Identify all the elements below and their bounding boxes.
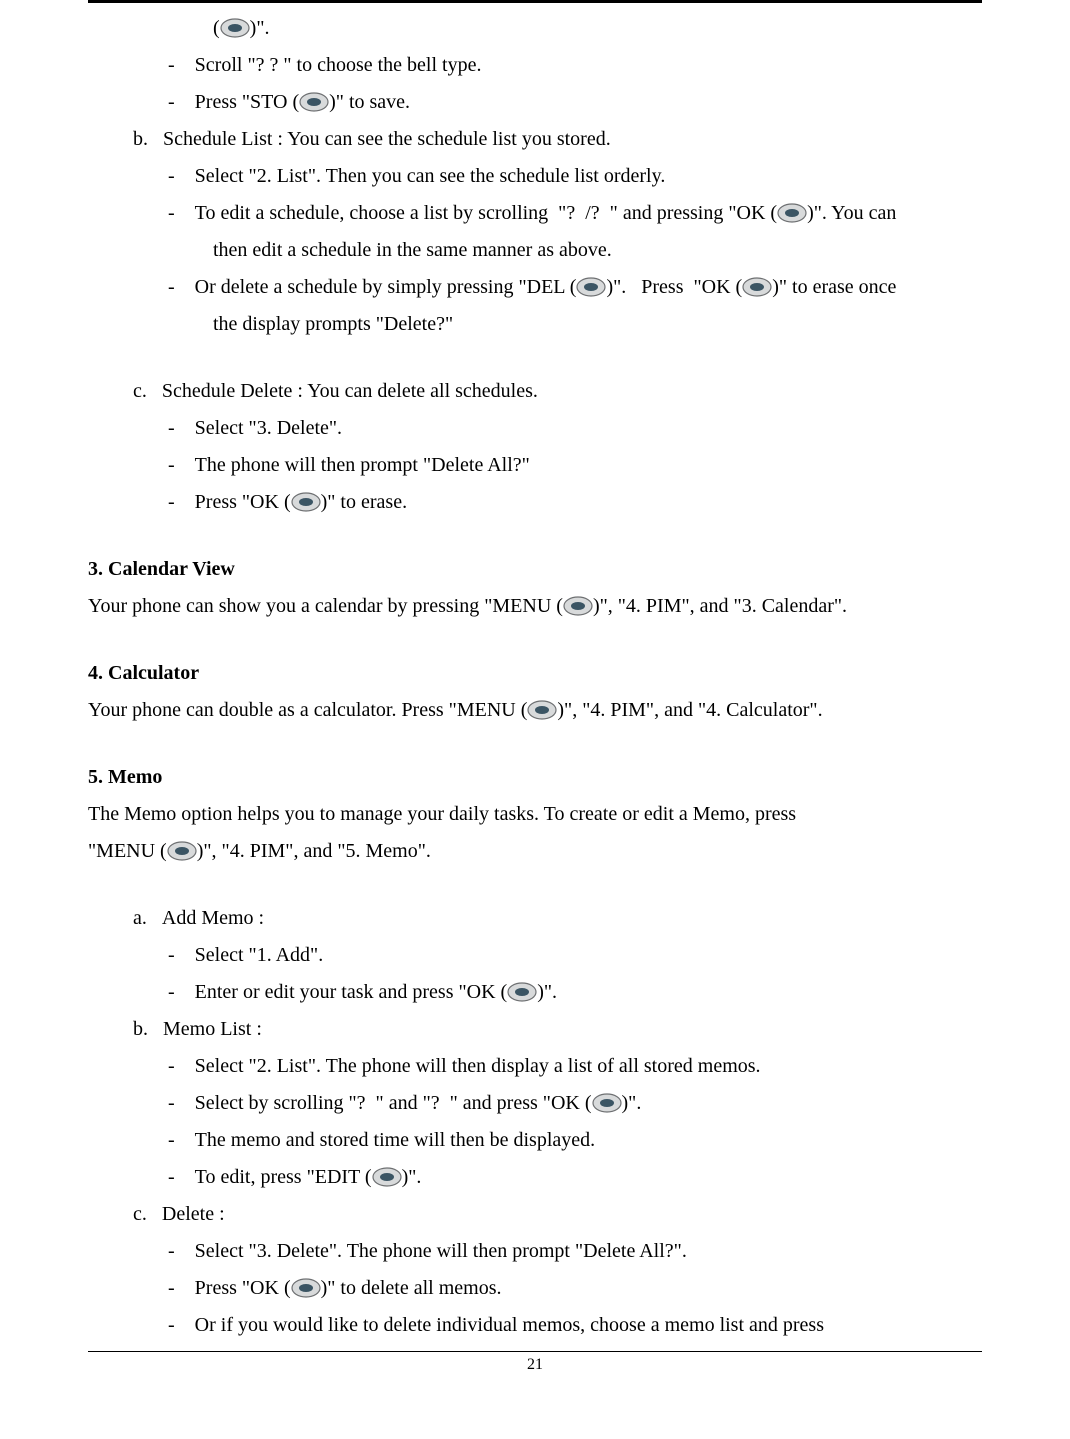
section-4-title: 4. Calculator: [88, 656, 982, 691]
dash-item: - Select by scrolling "? " and "? " and …: [88, 1086, 982, 1121]
text: Select "1. Add".: [195, 944, 324, 966]
dash-item: - Select "2. List". The phone will then …: [88, 1049, 982, 1084]
text: the display prompts "Delete?": [213, 313, 453, 335]
dash-item: - The memo and stored time will then be …: [88, 1123, 982, 1158]
text: Select "3. Delete". The phone will then …: [195, 1240, 687, 1262]
memo-b-head: b. Memo List :: [88, 1012, 982, 1047]
text: Add Memo :: [162, 907, 264, 929]
softkey-icon: [299, 92, 329, 112]
softkey-icon: [167, 841, 197, 861]
text: Memo List :: [163, 1018, 262, 1040]
dash-item-cont: the display prompts "Delete?": [88, 307, 982, 342]
softkey-icon: [592, 1093, 622, 1113]
text: The phone will then prompt "Delete All?": [195, 454, 530, 476]
text: Select "2. List". Then you can see the s…: [195, 165, 666, 187]
softkey-icon: [563, 596, 593, 616]
dash-item: - Or if you would like to delete individ…: [88, 1308, 982, 1343]
text: Select "2. List". The phone will then di…: [195, 1055, 761, 1077]
fragment-top: ( )".: [88, 11, 982, 46]
section-3-body: Your phone can show you a calendar by pr…: [88, 589, 982, 624]
sub-b-head: b. Schedule List : You can see the sched…: [88, 122, 982, 157]
text: Schedule List : You can see the schedule…: [163, 128, 611, 150]
dash-item: - Press "OK ()" to delete all memos.: [88, 1271, 982, 1306]
softkey-icon: [220, 18, 250, 38]
text: Schedule Delete : You can delete all sch…: [162, 380, 538, 402]
softkey-icon: [576, 277, 606, 297]
softkey-icon: [507, 982, 537, 1002]
softkey-icon: [291, 1278, 321, 1298]
dash-item: - Press "OK ()" to erase.: [88, 485, 982, 520]
dash-item: - Select "3. Delete".: [88, 411, 982, 446]
memo-a-head: a. Add Memo :: [88, 901, 982, 936]
softkey-icon: [777, 203, 807, 223]
dash-item: - To edit a schedule, choose a list by s…: [88, 196, 982, 231]
section-5-title: 5. Memo: [88, 760, 982, 795]
text: Or if you would like to delete individua…: [195, 1314, 824, 1336]
section-5-body2: "MENU ()", "4. PIM", and "5. Memo".: [88, 834, 982, 869]
softkey-icon: [291, 492, 321, 512]
text: Delete :: [162, 1203, 225, 1225]
text: then edit a schedule in the same manner …: [213, 239, 612, 261]
section-3-title: 3. Calendar View: [88, 552, 982, 587]
softkey-icon: [527, 700, 557, 720]
softkey-icon: [372, 1167, 402, 1187]
page-number: 21: [88, 1352, 982, 1384]
dash-item: - Scroll "? ? " to choose the bell type.: [88, 48, 982, 83]
dash-item-cont: then edit a schedule in the same manner …: [88, 233, 982, 268]
dash-item: - To edit, press "EDIT ()".: [88, 1160, 982, 1195]
memo-c-head: c. Delete :: [88, 1197, 982, 1232]
sub-c-head: c. Schedule Delete : You can delete all …: [88, 374, 982, 409]
dash-item: - Enter or edit your task and press "OK …: [88, 975, 982, 1010]
section-4-body: Your phone can double as a calculator. P…: [88, 693, 982, 728]
text: The memo and stored time will then be di…: [195, 1129, 595, 1151]
text: Select "3. Delete".: [195, 417, 342, 439]
dash-item: - The phone will then prompt "Delete All…: [88, 448, 982, 483]
section-5-body1: The Memo option helps you to manage your…: [88, 797, 982, 832]
dash-item: - Press "STO ()" to save.: [88, 85, 982, 120]
dash-item: - Select "1. Add".: [88, 938, 982, 973]
softkey-icon: [742, 277, 772, 297]
text: Scroll "? ? " to choose the bell type.: [195, 54, 482, 76]
dash-item: - Select "2. List". Then you can see the…: [88, 159, 982, 194]
dash-item: - Or delete a schedule by simply pressin…: [88, 270, 982, 305]
dash-item: - Select "3. Delete". The phone will the…: [88, 1234, 982, 1269]
